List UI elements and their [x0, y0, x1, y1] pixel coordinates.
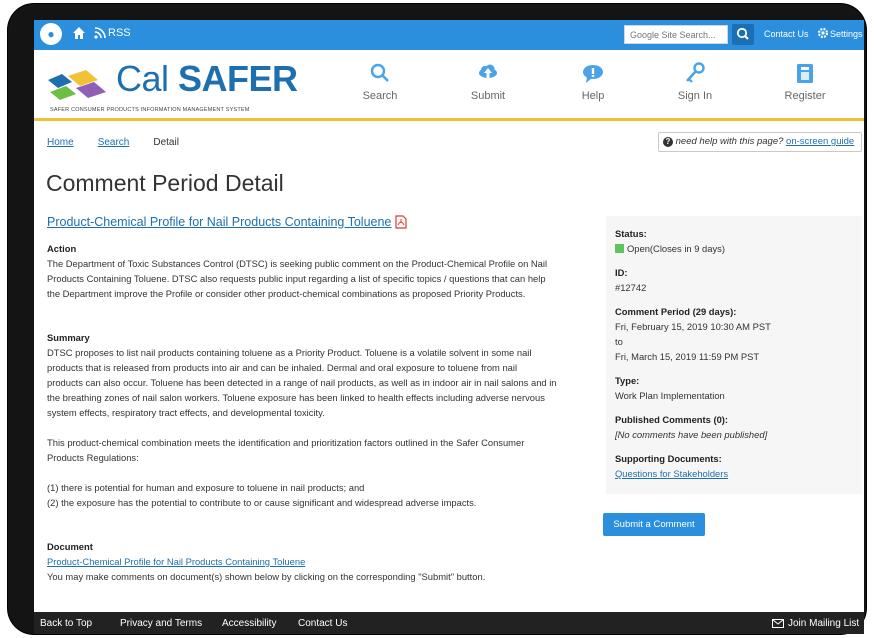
back-to-top-link[interactable]: Back to Top — [40, 618, 92, 629]
gear-icon[interactable] — [817, 27, 829, 39]
supporting-documents-label: Supporting Documents: — [615, 453, 722, 464]
combination-line: Products Regulations: — [47, 452, 139, 463]
privacy-terms-link[interactable]: Privacy and Terms — [120, 618, 202, 629]
settings-link[interactable]: Settings — [830, 29, 863, 39]
summary-line: the breathing zones of nail salon worker… — [47, 392, 545, 403]
id-label: ID: — [615, 267, 628, 278]
published-comments-value: [No comments have been published] — [615, 429, 768, 440]
key-icon — [686, 62, 705, 83]
nav-search[interactable]: Search — [340, 62, 420, 102]
pdf-icon[interactable] — [395, 215, 407, 229]
breadcrumb-search[interactable]: Search — [98, 137, 130, 148]
comment-period-label: Comment Period (29 days): — [615, 306, 737, 317]
nav-help[interactable]: Help — [553, 62, 633, 102]
comment-period-sidebar: Status: Open(Closes in 9 days) ID: #1274… — [606, 216, 862, 494]
calsafer-logo-icon[interactable] — [46, 68, 110, 102]
published-comments-label: Published Comments (0): — [615, 414, 729, 425]
summary-heading: Summary — [47, 332, 90, 343]
nav-submit[interactable]: Submit — [448, 62, 528, 102]
clipboard-icon — [797, 64, 813, 83]
comment-period-to: to — [615, 336, 623, 347]
comment-period-start: Fri, February 15, 2019 10:30 AM PST — [615, 321, 771, 332]
rss-link[interactable]: RSS — [108, 27, 131, 39]
type-value: Work Plan Implementation — [615, 390, 725, 401]
top-utility-bar: ● RSS Contact Us Settings — [34, 20, 864, 50]
submit-comment-button[interactable]: Submit a Comment — [603, 513, 705, 536]
breadcrumb-home[interactable]: Home — [47, 137, 74, 148]
nav-submit-label: Submit — [470, 90, 506, 102]
nav-register[interactable]: Register — [765, 62, 845, 102]
id-value: #12742 — [615, 282, 647, 293]
site-header: Cal SAFER SAFER CONSUMER PRODUCTS INFORM… — [34, 50, 864, 121]
summary-line: products can also occur. Toluene has bee… — [47, 377, 557, 388]
status-open-icon — [615, 244, 624, 253]
brand-name-safer[interactable]: SAFER — [178, 58, 298, 100]
nav-register-label: Register — [784, 90, 826, 102]
footer-contact-link[interactable]: Contact Us — [298, 618, 347, 629]
cloud-upload-icon — [479, 64, 497, 79]
brand-tagline: SAFER CONSUMER PRODUCTS INFORMATION MANA… — [50, 107, 250, 113]
nav-help-label: Help — [581, 90, 605, 102]
factor-2: (2) the exposure has the potential to co… — [47, 497, 477, 508]
join-mailing-list-link[interactable]: Join Mailing List — [788, 618, 859, 629]
rss-icon[interactable] — [94, 27, 106, 39]
breadcrumb-current: Detail — [153, 137, 179, 148]
action-heading: Action — [47, 243, 77, 254]
combination-line: This product-chemical combination meets … — [47, 437, 525, 448]
accessibility-link[interactable]: Accessibility — [222, 618, 276, 629]
document-heading: Document — [47, 541, 93, 552]
home-icon[interactable] — [72, 26, 86, 40]
on-screen-guide-link[interactable]: on-screen guide — [786, 136, 854, 147]
status-label: Status: — [615, 228, 647, 239]
action-line: Products Containing Toluene. DTSC also r… — [47, 273, 546, 284]
contact-us-link[interactable]: Contact Us — [764, 29, 809, 39]
help-text: need help with this page? — [675, 136, 784, 147]
nav-sign-in[interactable]: Sign In — [655, 62, 735, 102]
summary-line: products that is released from products … — [47, 362, 518, 373]
profile-title-link[interactable]: Product-Chemical Profile for Nail Produc… — [47, 215, 391, 229]
nav-search-label: Search — [362, 90, 398, 102]
search-icon — [370, 63, 389, 82]
question-circle-icon: ? — [663, 137, 673, 147]
summary-line: system effects, respiratory tract effect… — [47, 407, 325, 418]
page-title: Comment Period Detail — [46, 170, 284, 196]
state-seal-icon[interactable]: ● — [40, 23, 62, 45]
chat-bubble-icon — [583, 65, 603, 83]
status-value: Open(Closes in 9 days) — [627, 243, 725, 254]
search-icon — [736, 27, 749, 40]
action-line: the Department improve the Profile or co… — [47, 288, 526, 299]
document-note: You may make comments on document(s) sho… — [47, 571, 486, 582]
document-link[interactable]: Product-Chemical Profile for Nail Produc… — [47, 556, 305, 567]
device-frame: ● RSS Contact Us Settings — [8, 4, 866, 634]
mail-icon — [772, 619, 784, 628]
action-line: The Department of Toxic Substances Contr… — [47, 258, 548, 269]
factor-1: (1) there is potential for human and exp… — [47, 482, 365, 493]
site-footer: Back to Top Privacy and Terms Accessibil… — [34, 612, 864, 634]
comment-period-end: Fri, March 15, 2019 11:59 PM PST — [615, 351, 760, 362]
questions-for-stakeholders-link[interactable]: Questions for Stakeholders — [615, 468, 728, 479]
summary-line: DTSC proposes to list nail products cont… — [47, 347, 532, 358]
browser-viewport: ● RSS Contact Us Settings — [34, 20, 864, 634]
nav-sign-in-label: Sign In — [677, 90, 713, 102]
type-label: Type: — [615, 375, 640, 386]
help-box: ? need help with this page? on-screen gu… — [658, 132, 862, 152]
site-search-input[interactable] — [624, 25, 728, 44]
site-search-button[interactable] — [732, 24, 754, 45]
detail-main-content: Action The Department of Toxic Substance… — [47, 241, 587, 584]
brand-name-cal[interactable]: Cal — [116, 58, 169, 100]
breadcrumb: Home Search Detail — [47, 137, 179, 148]
